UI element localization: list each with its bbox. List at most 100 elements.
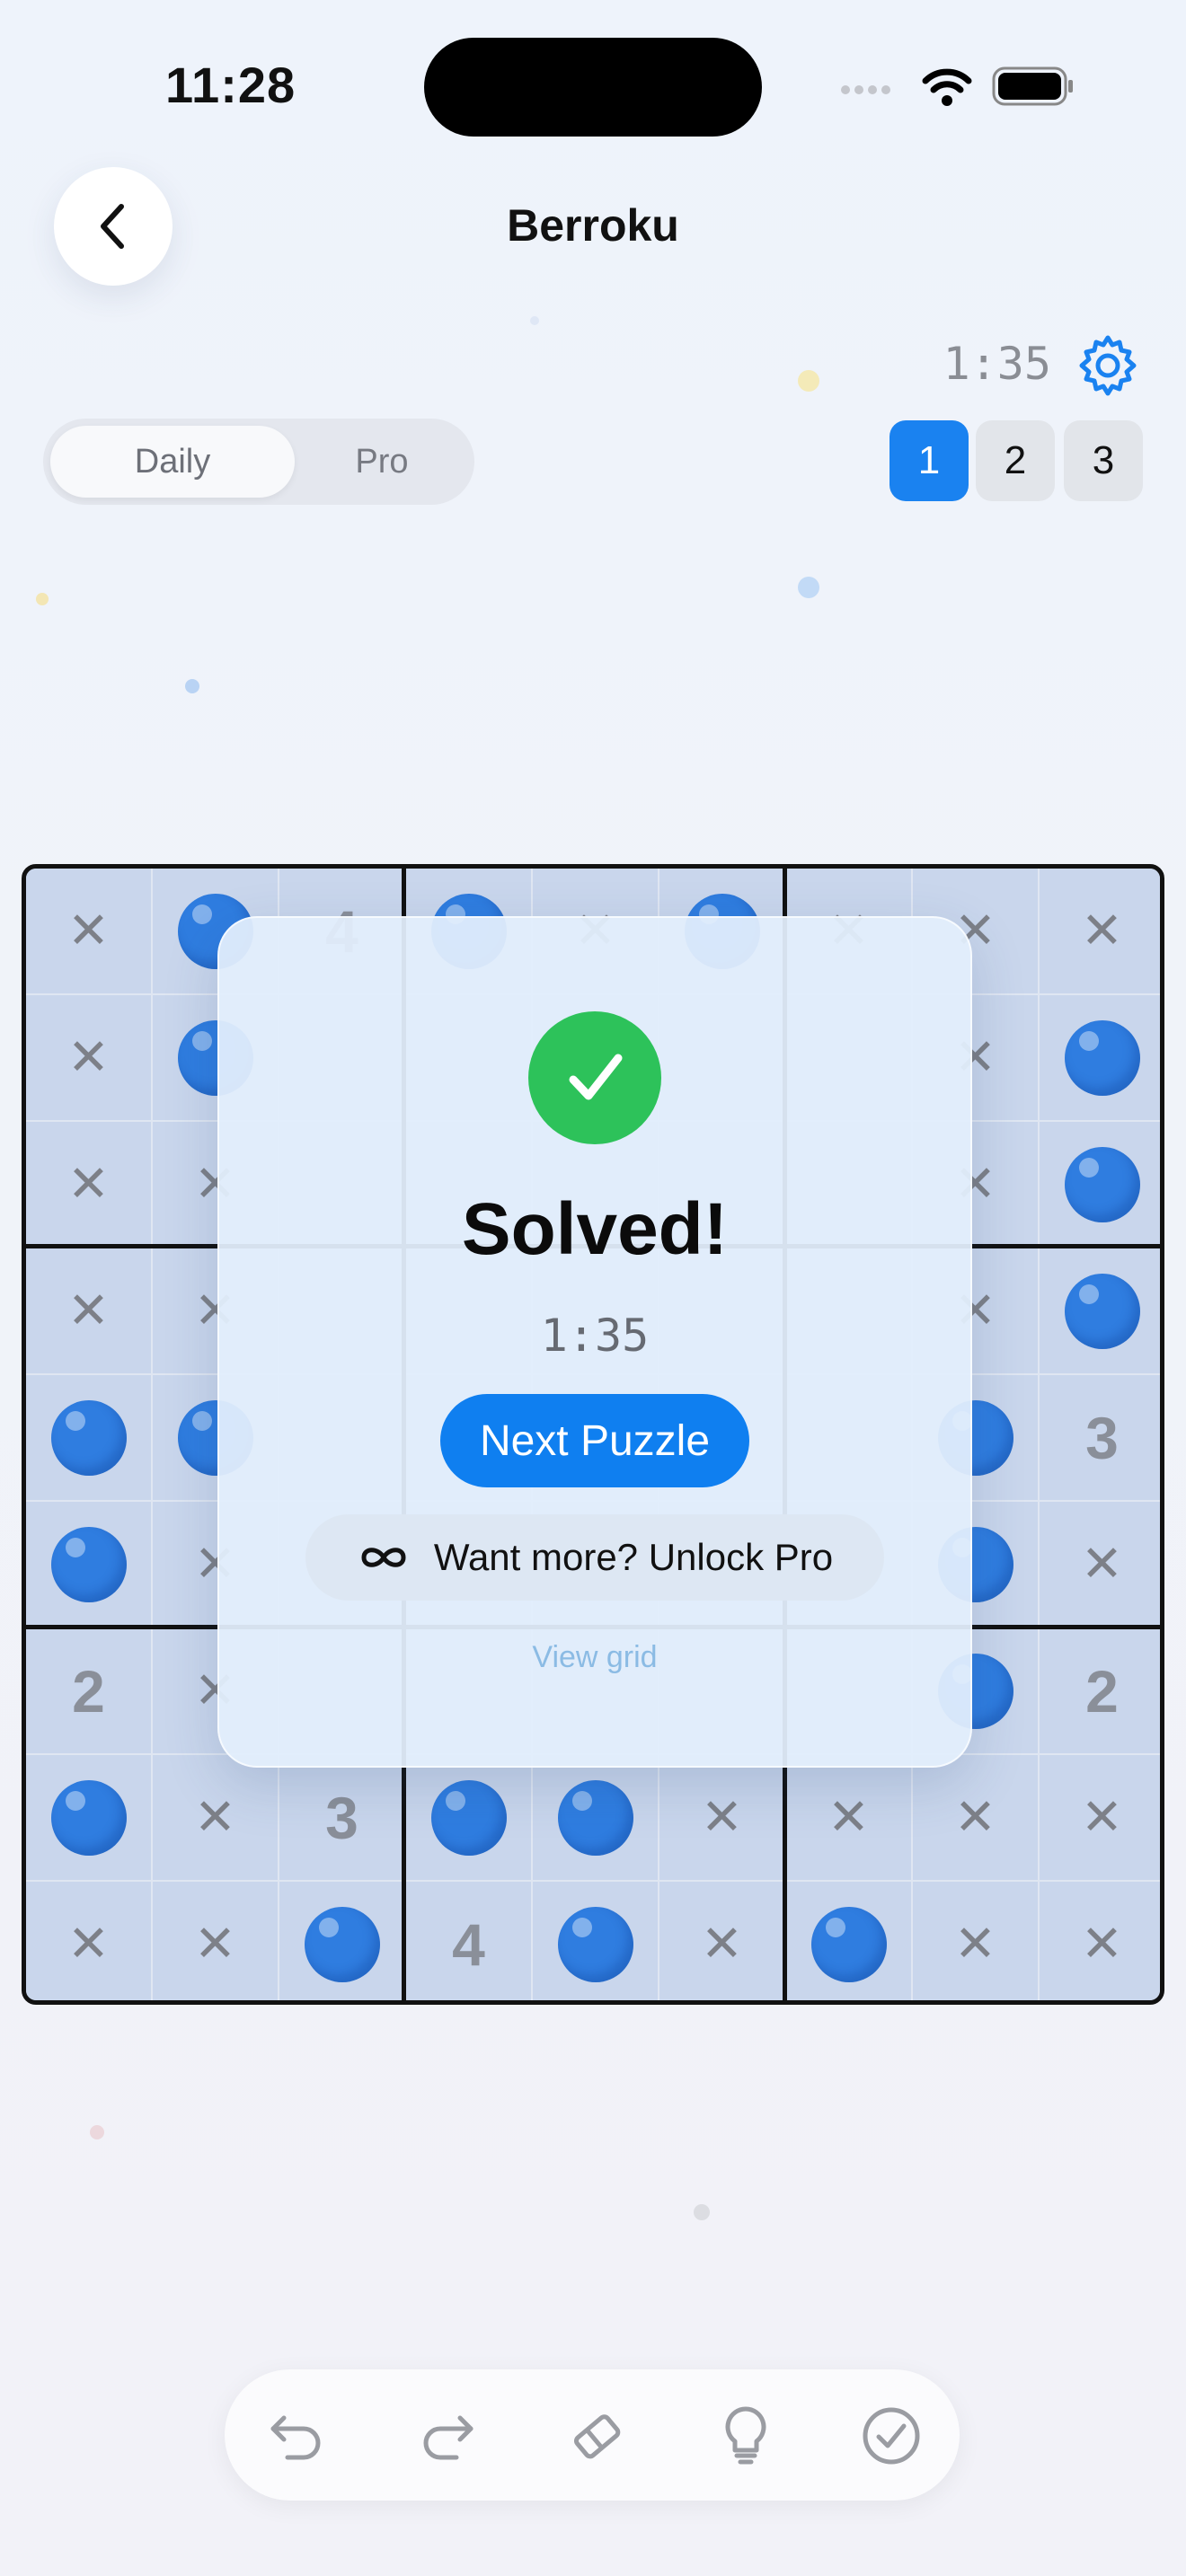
x-marker: ✕: [194, 1914, 236, 1973]
ball-marker: [50, 1779, 127, 1856]
x-marker: ✕: [67, 1028, 110, 1087]
grid-cell[interactable]: ✕: [1040, 1882, 1160, 2000]
ball-marker: [810, 1906, 887, 1982]
grid-cell[interactable]: 2: [1040, 1628, 1160, 1755]
grid-cell[interactable]: [26, 1502, 153, 1628]
x-marker: ✕: [67, 1914, 110, 1973]
ball-marker: [50, 1399, 127, 1476]
gear-icon[interactable]: [1075, 332, 1141, 399]
ball-marker: [557, 1779, 633, 1856]
solved-dialog: Solved! 1:35 Next Puzzle Want more? Unlo…: [217, 916, 972, 1768]
confetti-dot: [798, 577, 819, 598]
page-title: Berroku: [507, 200, 679, 251]
undo-icon[interactable]: [264, 2404, 329, 2468]
clue-number: 3: [1085, 1404, 1119, 1471]
ball-marker: [430, 1779, 507, 1856]
next-puzzle-button[interactable]: Next Puzzle: [440, 1394, 749, 1487]
redo-icon[interactable]: [415, 2404, 480, 2468]
wifi-icon: [922, 68, 972, 106]
grid-cell[interactable]: [1040, 995, 1160, 1122]
level-button-1[interactable]: 1: [890, 420, 969, 501]
clue-number: 2: [1085, 1657, 1119, 1725]
ball-marker: [1064, 1019, 1140, 1096]
grid-cell[interactable]: ✕: [153, 1755, 279, 1882]
x-marker: ✕: [194, 1787, 236, 1847]
grid-cell[interactable]: ✕: [659, 1882, 786, 2000]
grid-cell[interactable]: [533, 1755, 659, 1882]
confetti-dot: [185, 679, 199, 693]
game-timer: 1:35: [943, 338, 1051, 390]
grid-cell[interactable]: 2: [26, 1628, 153, 1755]
x-marker: ✕: [1081, 1534, 1123, 1593]
grid-cell[interactable]: [279, 1882, 406, 2000]
confetti-dot: [90, 2125, 104, 2139]
bottom-toolbar: [225, 2369, 960, 2501]
x-marker: ✕: [1081, 1787, 1123, 1847]
view-grid-link[interactable]: View grid: [219, 1640, 970, 1675]
grid-cell[interactable]: ✕: [26, 1882, 153, 2000]
x-marker: ✕: [701, 1787, 743, 1847]
grid-cell[interactable]: 3: [279, 1755, 406, 1882]
confetti-dot: [694, 2204, 710, 2220]
grid-cell[interactable]: ✕: [913, 1882, 1040, 2000]
x-marker: ✕: [701, 1914, 743, 1973]
grid-cell[interactable]: [786, 1882, 913, 2000]
unlock-pro-label: Want more? Unlock Pro: [433, 1536, 834, 1578]
solved-time: 1:35: [540, 1310, 650, 1362]
x-marker: ✕: [954, 1914, 996, 1973]
x-marker: ✕: [67, 901, 110, 960]
grid-cell[interactable]: [406, 1755, 533, 1882]
grid-cell[interactable]: [26, 1755, 153, 1882]
grid-cell[interactable]: ✕: [26, 1122, 153, 1248]
battery-icon: [992, 66, 1073, 106]
grid-cell[interactable]: ✕: [786, 1755, 913, 1882]
grid-cell[interactable]: [1040, 1122, 1160, 1248]
tab-daily[interactable]: Daily: [50, 426, 295, 498]
unlock-pro-button[interactable]: Want more? Unlock Pro: [305, 1514, 884, 1601]
grid-cell[interactable]: ✕: [1040, 1755, 1160, 1882]
ball-marker: [50, 1526, 127, 1602]
x-marker: ✕: [1081, 1914, 1123, 1973]
x-marker: ✕: [67, 1281, 110, 1340]
success-check-icon: [528, 1011, 661, 1144]
confetti-dot: [530, 316, 539, 325]
eraser-icon[interactable]: [564, 2404, 629, 2468]
grid-cell[interactable]: ✕: [1040, 869, 1160, 995]
x-marker: ✕: [1081, 901, 1123, 960]
confetti-dot: [798, 370, 819, 392]
clue-number: 4: [452, 1910, 485, 1978]
cellular-signal-icon: [841, 83, 895, 99]
hint-bulb-icon[interactable]: [713, 2404, 778, 2468]
grid-cell[interactable]: 4: [406, 1882, 533, 2000]
x-marker: ✕: [67, 1154, 110, 1213]
back-button[interactable]: [54, 167, 173, 286]
clue-number: 2: [72, 1657, 105, 1725]
grid-cell[interactable]: ✕: [1040, 1502, 1160, 1628]
grid-cell[interactable]: ✕: [153, 1882, 279, 2000]
level-button-3[interactable]: 3: [1064, 420, 1143, 501]
solved-title: Solved!: [461, 1188, 729, 1270]
grid-cell[interactable]: 3: [1040, 1375, 1160, 1502]
grid-cell[interactable]: ✕: [26, 869, 153, 995]
status-time: 11:28: [165, 57, 296, 113]
grid-cell[interactable]: [1040, 1248, 1160, 1375]
clue-number: 3: [325, 1784, 358, 1851]
grid-cell[interactable]: [26, 1375, 153, 1502]
grid-cell[interactable]: ✕: [26, 995, 153, 1122]
chevron-left-icon: [101, 204, 124, 249]
grid-cell[interactable]: ✕: [659, 1755, 786, 1882]
tab-pro[interactable]: Pro: [296, 426, 467, 498]
mode-segmented-control: Daily Pro: [43, 419, 474, 505]
infinity-icon: [361, 1548, 406, 1567]
grid-cell[interactable]: ✕: [26, 1248, 153, 1375]
ball-marker: [1064, 1273, 1140, 1349]
ball-marker: [557, 1906, 633, 1982]
x-marker: ✕: [954, 1787, 996, 1847]
x-marker: ✕: [828, 1787, 870, 1847]
level-button-2[interactable]: 2: [976, 420, 1055, 501]
dynamic-island: [424, 38, 762, 137]
grid-cell[interactable]: ✕: [913, 1755, 1040, 1882]
ball-marker: [304, 1906, 380, 1982]
grid-cell[interactable]: [533, 1882, 659, 2000]
check-icon[interactable]: [859, 2404, 924, 2468]
